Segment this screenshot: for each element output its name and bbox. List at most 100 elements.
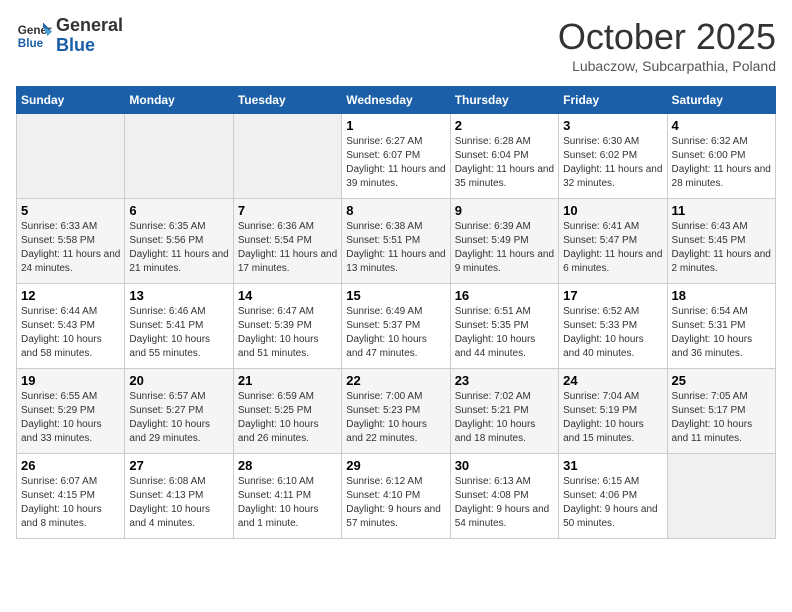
day-info: Sunrise: 6:27 AMSunset: 6:07 PMDaylight:… [346, 135, 445, 191]
weekday-header-row: SundayMondayTuesdayWednesdayThursdayFrid… [17, 87, 776, 114]
month-title: October 2025 [558, 16, 776, 58]
calendar-day-cell: 8 Sunrise: 6:38 AMSunset: 5:51 PMDaylight… [342, 199, 450, 284]
day-number: 15 [346, 288, 445, 303]
day-number: 24 [563, 373, 662, 388]
day-info: Sunrise: 6:38 AMSunset: 5:51 PMDaylight:… [346, 220, 445, 276]
day-info: Sunrise: 6:43 AMSunset: 5:45 PMDaylight:… [672, 220, 771, 276]
day-info: Sunrise: 6:57 AMSunset: 5:27 PMDaylight:… [129, 390, 228, 446]
calendar-day-cell: 7Sunrise: 6:36 AMSunset: 5:54 PMDaylight… [233, 199, 341, 284]
calendar-day-cell: 28 Sunrise: 6:10 AMSunset: 4:11 PMDayligh… [233, 454, 341, 539]
day-info: Sunrise: 6:32 AMSunset: 6:00 PMDaylight:… [672, 135, 771, 191]
svg-text:Blue: Blue [18, 37, 44, 50]
calendar-day-cell: 17 Sunrise: 6:52 AMSunset: 5:33 PMDayligh… [559, 284, 667, 369]
page-header: General Blue General Blue October 2025 L… [16, 16, 776, 74]
calendar-day-cell: 21Sunrise: 6:59 AMSunset: 5:25 PMDayligh… [233, 369, 341, 454]
day-info: Sunrise: 6:08 AMSunset: 4:13 PMDaylight:… [129, 475, 228, 531]
calendar-day-cell: 22Sunrise: 7:00 AMSunset: 5:23 PMDayligh… [342, 369, 450, 454]
day-info: Sunrise: 6:35 AMSunset: 5:56 PMDaylight:… [129, 220, 228, 276]
calendar-day-cell: 2 Sunrise: 6:28 AMSunset: 6:04 PMDaylight… [450, 114, 558, 199]
day-number: 18 [672, 288, 771, 303]
day-number: 19 [21, 373, 120, 388]
day-number: 8 [346, 203, 445, 218]
day-info: Sunrise: 7:02 AMSunset: 5:21 PMDaylight:… [455, 390, 554, 446]
calendar-day-cell: 29Sunrise: 6:12 AMSunset: 4:10 PMDayligh… [342, 454, 450, 539]
calendar-day-cell: 1 Sunrise: 6:27 AMSunset: 6:07 PMDaylight… [342, 114, 450, 199]
weekday-header-cell: Wednesday [342, 87, 450, 114]
calendar-day-cell: 3 Sunrise: 6:30 AMSunset: 6:02 PMDaylight… [559, 114, 667, 199]
day-number: 26 [21, 458, 120, 473]
day-info: Sunrise: 6:46 AMSunset: 5:41 PMDaylight:… [129, 305, 228, 361]
calendar-day-cell: 14 Sunrise: 6:47 AMSunset: 5:39 PMDayligh… [233, 284, 341, 369]
calendar-day-cell: 10 Sunrise: 6:41 AMSunset: 5:47 PMDayligh… [559, 199, 667, 284]
calendar-day-cell [233, 114, 341, 199]
day-number: 6 [129, 203, 228, 218]
day-number: 21 [238, 373, 337, 388]
day-info: Sunrise: 6:30 AMSunset: 6:02 PMDaylight:… [563, 135, 662, 191]
logo-icon: General Blue [16, 18, 52, 54]
title-block: October 2025 Lubaczow, Subcarpathia, Pol… [558, 16, 776, 74]
calendar-week-row: 5 Sunrise: 6:33 AMSunset: 5:58 PMDaylight… [17, 199, 776, 284]
calendar-week-row: 19Sunrise: 6:55 AMSunset: 5:29 PMDayligh… [17, 369, 776, 454]
day-number: 17 [563, 288, 662, 303]
calendar-day-cell [667, 454, 775, 539]
day-number: 14 [238, 288, 337, 303]
day-number: 16 [455, 288, 554, 303]
day-info: Sunrise: 6:47 AMSunset: 5:39 PMDaylight:… [238, 305, 337, 361]
day-number: 22 [346, 373, 445, 388]
weekday-header-cell: Tuesday [233, 87, 341, 114]
calendar-day-cell: 9Sunrise: 6:39 AMSunset: 5:49 PMDaylight… [450, 199, 558, 284]
calendar-day-cell: 5 Sunrise: 6:33 AMSunset: 5:58 PMDaylight… [17, 199, 125, 284]
day-number: 10 [563, 203, 662, 218]
calendar-day-cell [17, 114, 125, 199]
calendar-day-cell: 11Sunrise: 6:43 AMSunset: 5:45 PMDayligh… [667, 199, 775, 284]
day-number: 12 [21, 288, 120, 303]
calendar-day-cell: 20 Sunrise: 6:57 AMSunset: 5:27 PMDayligh… [125, 369, 233, 454]
day-number: 5 [21, 203, 120, 218]
day-number: 13 [129, 288, 228, 303]
day-number: 20 [129, 373, 228, 388]
day-info: Sunrise: 6:13 AMSunset: 4:08 PMDaylight:… [455, 475, 554, 531]
day-info: Sunrise: 6:28 AMSunset: 6:04 PMDaylight:… [455, 135, 554, 191]
day-number: 2 [455, 118, 554, 133]
day-info: Sunrise: 6:52 AMSunset: 5:33 PMDaylight:… [563, 305, 662, 361]
day-number: 25 [672, 373, 771, 388]
calendar-day-cell: 6 Sunrise: 6:35 AMSunset: 5:56 PMDaylight… [125, 199, 233, 284]
calendar-day-cell: 24 Sunrise: 7:04 AMSunset: 5:19 PMDayligh… [559, 369, 667, 454]
day-number: 4 [672, 118, 771, 133]
day-info: Sunrise: 6:10 AMSunset: 4:11 PMDaylight:… [238, 475, 337, 531]
logo: General Blue General Blue [16, 16, 123, 56]
day-info: Sunrise: 7:04 AMSunset: 5:19 PMDaylight:… [563, 390, 662, 446]
calendar-day-cell: 16 Sunrise: 6:51 AMSunset: 5:35 PMDayligh… [450, 284, 558, 369]
calendar-day-cell: 26 Sunrise: 6:07 AMSunset: 4:15 PMDayligh… [17, 454, 125, 539]
day-info: Sunrise: 6:44 AMSunset: 5:43 PMDaylight:… [21, 305, 120, 361]
day-number: 27 [129, 458, 228, 473]
day-info: Sunrise: 6:49 AMSunset: 5:37 PMDaylight:… [346, 305, 445, 361]
weekday-header-cell: Thursday [450, 87, 558, 114]
day-info: Sunrise: 6:41 AMSunset: 5:47 PMDaylight:… [563, 220, 662, 276]
day-number: 31 [563, 458, 662, 473]
day-info: Sunrise: 6:39 AMSunset: 5:49 PMDaylight:… [455, 220, 554, 276]
day-number: 3 [563, 118, 662, 133]
logo-text: General Blue [56, 16, 123, 56]
day-number: 28 [238, 458, 337, 473]
calendar-day-cell: 4 Sunrise: 6:32 AMSunset: 6:00 PMDaylight… [667, 114, 775, 199]
weekday-header-cell: Friday [559, 87, 667, 114]
calendar-day-cell: 13 Sunrise: 6:46 AMSunset: 5:41 PMDayligh… [125, 284, 233, 369]
calendar-day-cell: 31 Sunrise: 6:15 AMSunset: 4:06 PMDayligh… [559, 454, 667, 539]
day-number: 1 [346, 118, 445, 133]
day-info: Sunrise: 6:36 AMSunset: 5:54 PMDaylight:… [238, 220, 337, 276]
calendar-day-cell: 23Sunrise: 7:02 AMSunset: 5:21 PMDayligh… [450, 369, 558, 454]
day-info: Sunrise: 7:05 AMSunset: 5:17 PMDaylight:… [672, 390, 771, 446]
day-info: Sunrise: 6:33 AMSunset: 5:58 PMDaylight:… [21, 220, 120, 276]
calendar-week-row: 1 Sunrise: 6:27 AMSunset: 6:07 PMDaylight… [17, 114, 776, 199]
calendar-week-row: 26 Sunrise: 6:07 AMSunset: 4:15 PMDayligh… [17, 454, 776, 539]
day-info: Sunrise: 6:15 AMSunset: 4:06 PMDaylight:… [563, 475, 662, 531]
day-info: Sunrise: 6:51 AMSunset: 5:35 PMDaylight:… [455, 305, 554, 361]
calendar-day-cell: 15 Sunrise: 6:49 AMSunset: 5:37 PMDayligh… [342, 284, 450, 369]
calendar-body: 1 Sunrise: 6:27 AMSunset: 6:07 PMDaylight… [17, 114, 776, 539]
calendar-day-cell: 25 Sunrise: 7:05 AMSunset: 5:17 PMDayligh… [667, 369, 775, 454]
day-info: Sunrise: 6:12 AMSunset: 4:10 PMDaylight:… [346, 475, 445, 531]
day-info: Sunrise: 6:07 AMSunset: 4:15 PMDaylight:… [21, 475, 120, 531]
weekday-header-cell: Sunday [17, 87, 125, 114]
calendar-table: SundayMondayTuesdayWednesdayThursdayFrid… [16, 86, 776, 539]
